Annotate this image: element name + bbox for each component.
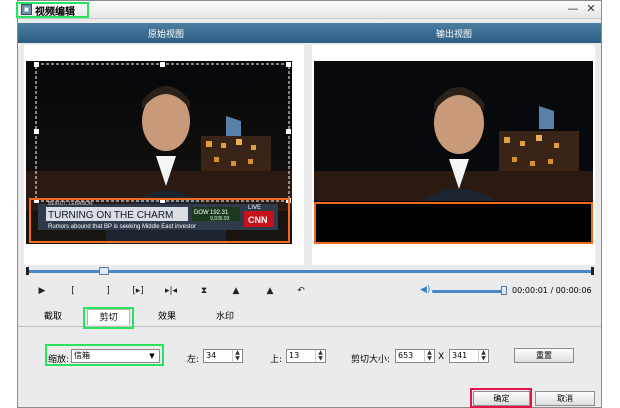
trim-icon[interactable]: ⧗ — [196, 284, 212, 298]
play-icon[interactable]: ▶ — [34, 284, 50, 298]
volume-slider[interactable] — [432, 290, 507, 293]
output-view-pane — [312, 45, 595, 265]
original-video-image: TURNING ON THE CHARM DOW 192.31 9,935.93… — [26, 61, 292, 244]
spin-arrows-icon[interactable]: ▲ ▼ — [315, 350, 325, 362]
spin-arrows-icon[interactable]: ▲ ▼ — [424, 350, 434, 362]
next-frame-icon[interactable]: ▸|◂ — [163, 284, 179, 298]
original-view-pane: TURNING ON THE CHARM DOW 192.31 9,935.93… — [24, 45, 304, 265]
spin-arrows-icon[interactable]: ▲ ▼ — [478, 350, 488, 362]
crop-size-label: 剪切大小: — [351, 355, 391, 365]
top-label: 上: — [270, 355, 283, 365]
location-text: BEIRUT, LEBANON — [48, 201, 93, 207]
original-view-label: 原始视图 — [148, 30, 185, 40]
reset-button[interactable]: 重置 — [514, 348, 574, 363]
crop-handle[interactable] — [34, 62, 39, 67]
view-header: 原始视图 输出视图 — [18, 23, 601, 43]
time-display: 00:00:01 / 00:00:06 — [512, 286, 592, 295]
output-video-image — [314, 61, 593, 244]
mark-out-icon[interactable]: ] — [100, 284, 116, 298]
ticker-text: Rumors abound that BP is seeking Middle … — [48, 224, 196, 230]
crop-handle[interactable] — [34, 129, 39, 134]
left-label: 左: — [187, 355, 200, 365]
crop-handle[interactable] — [286, 62, 291, 67]
edit-tabs: 截取 剪切 效果 水印 — [18, 307, 601, 329]
top-offset-value: 13 — [289, 351, 300, 360]
title-highlight — [16, 2, 89, 18]
video-edit-window: ▣ 视频编辑 — ✕ 原始视图 输出视图 TURNING ON THE CHAR… — [16, 0, 602, 408]
left-offset-value: 34 — [206, 351, 217, 360]
volume-icon[interactable]: ◀) — [420, 285, 431, 296]
title-bar: ▣ 视频编辑 — ✕ — [16, 1, 601, 19]
output-video-frame — [314, 61, 593, 244]
cancel-button[interactable]: 取消 — [535, 391, 595, 406]
size-separator: X — [438, 352, 445, 362]
tab-capture[interactable]: 截取 — [38, 309, 68, 325]
top-offset-stepper[interactable]: 13 ▲ ▼ — [286, 349, 326, 363]
live-badge: LIVE — [248, 205, 261, 211]
crop-settings-panel: 缩放: 信箱 ▼ 左: 34 ▲ ▼ 上: 13 ▲ ▼ 剪切大小: 653 ▲ ▼ … — [18, 329, 601, 379]
split-icon[interactable]: ▲ — [228, 284, 244, 298]
crop-height-stepper[interactable]: 341 ▲ ▼ — [449, 349, 489, 363]
timeline-track[interactable] — [26, 270, 594, 273]
timeline-slider[interactable] — [26, 267, 594, 275]
crop-width-stepper[interactable]: 653 ▲ ▼ — [395, 349, 435, 363]
volume-thumb[interactable] — [501, 286, 507, 295]
dow-sub: 9,935.93 — [210, 216, 230, 222]
goto-marks-icon[interactable]: [▸] — [130, 284, 146, 298]
crop-width-value: 653 — [398, 351, 414, 360]
ok-button-highlight — [470, 388, 532, 408]
zoom-select-highlight — [45, 344, 164, 366]
spin-arrows-icon[interactable]: ▲ ▼ — [232, 350, 242, 362]
timeline-thumb[interactable] — [99, 267, 109, 275]
crop-handle[interactable] — [160, 62, 165, 67]
close-button[interactable]: ✕ — [584, 2, 598, 16]
timeline-end-marker[interactable] — [591, 267, 594, 275]
timeline-start-marker[interactable] — [26, 267, 29, 275]
tab-watermark[interactable]: 水印 — [210, 309, 240, 325]
crop-height-value: 341 — [452, 351, 468, 360]
crop-tab-highlight — [83, 307, 134, 329]
undo-icon[interactable]: ↶ — [293, 284, 309, 298]
rotate-left-icon[interactable]: ▲ — [262, 284, 278, 298]
dow-label: DOW — [194, 210, 209, 216]
mark-in-icon[interactable]: [ — [65, 284, 81, 298]
left-offset-stepper[interactable]: 34 ▲ ▼ — [203, 349, 243, 363]
original-video-frame[interactable]: TURNING ON THE CHARM DOW 192.31 9,935.93… — [26, 61, 292, 244]
banner-text: TURNING ON THE CHARM — [48, 210, 173, 221]
network-logo: CNN — [248, 215, 268, 225]
playback-controls: ▶ [ ] [▸] ▸|◂ ⧗ ▲ ▲ ↶ ◀) 00:00:01 / 00:0… — [18, 281, 601, 301]
crop-handle[interactable] — [286, 129, 291, 134]
tab-effects[interactable]: 效果 — [152, 309, 182, 325]
minimize-button[interactable]: — — [566, 2, 580, 16]
output-view-label: 输出视图 — [436, 30, 473, 40]
